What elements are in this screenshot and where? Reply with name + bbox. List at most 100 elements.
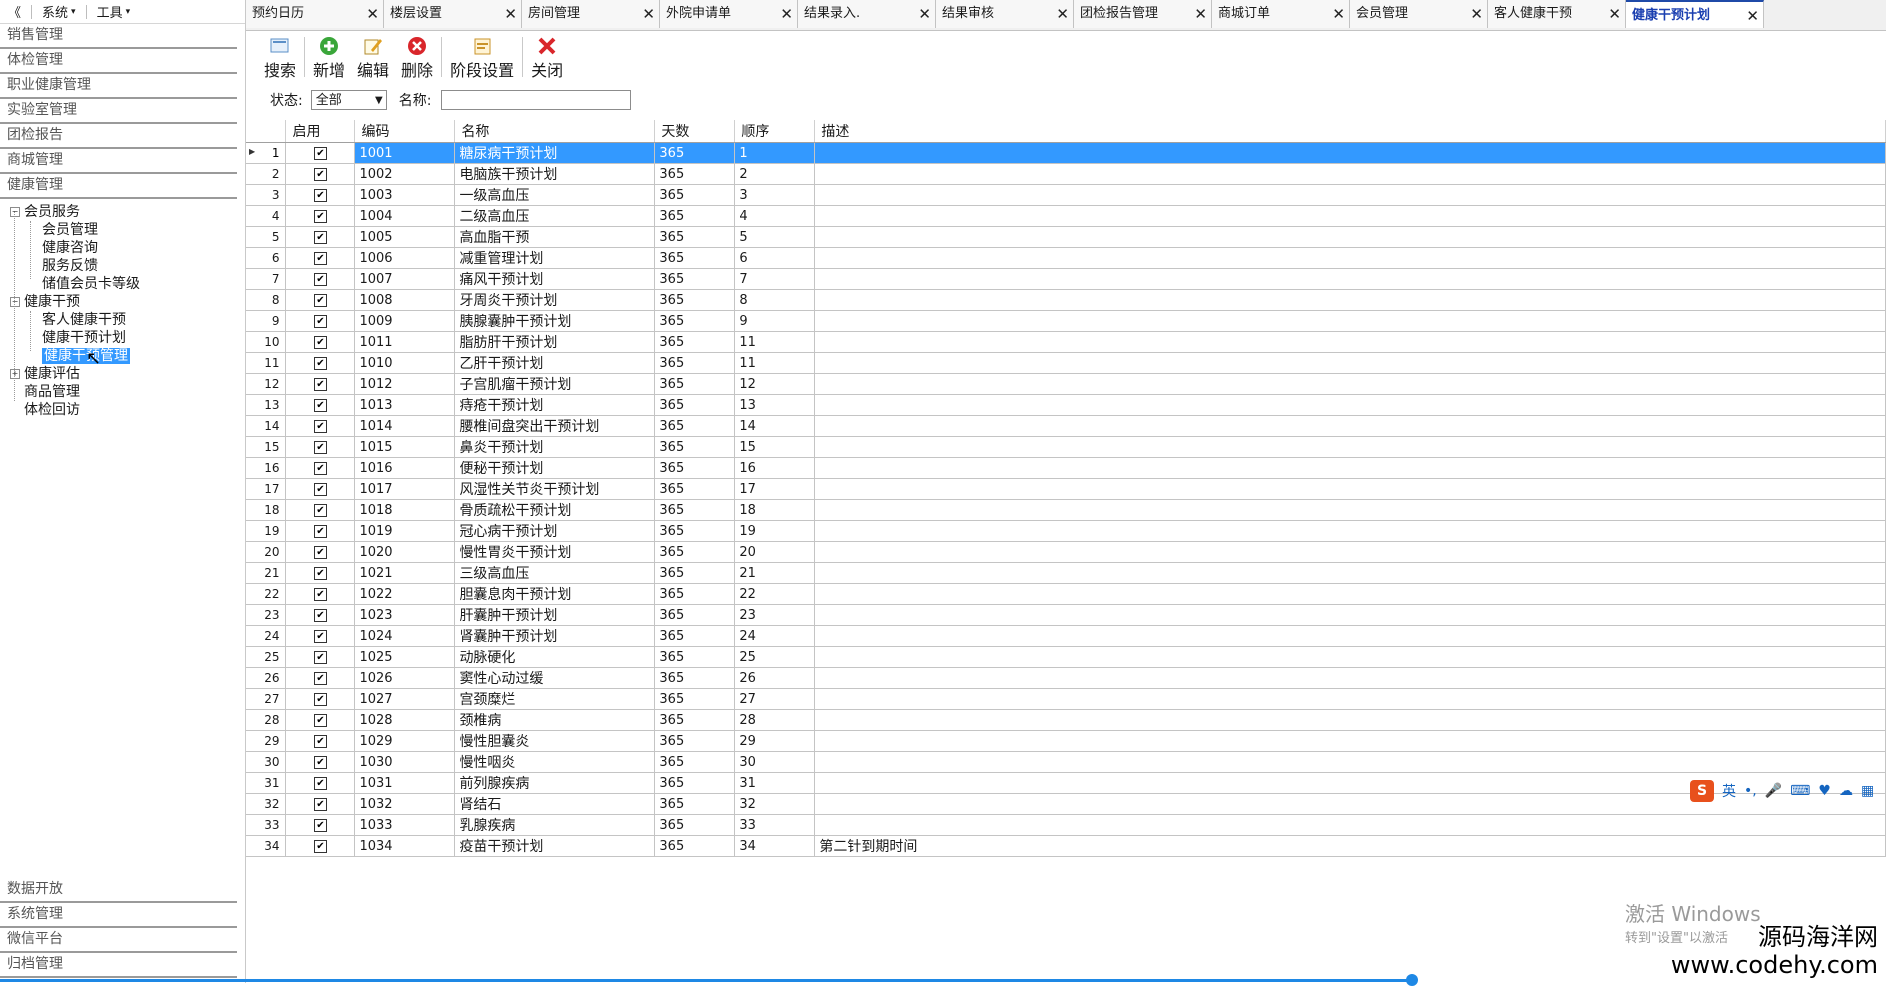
add-button[interactable]: 新增 (307, 35, 351, 81)
enabled-checkbox[interactable]: ✔ (313, 188, 327, 202)
table-row[interactable]: 4 ✔ 1004 二级高血压 365 4 (246, 205, 1886, 227)
name-cell[interactable]: 前列腺疾病 (454, 772, 656, 794)
description-cell[interactable] (814, 184, 1886, 206)
code-cell[interactable]: 1002 (354, 163, 456, 185)
row-number[interactable]: 17 (246, 478, 287, 500)
ime-cloud-icon[interactable]: ☁ (1839, 783, 1853, 799)
edit-button[interactable]: 编辑 (351, 35, 395, 81)
table-row[interactable]: 25 ✔ 1025 动脉硬化 365 25 (246, 646, 1886, 668)
enabled-checkbox-cell[interactable]: ✔ (285, 457, 356, 479)
days-cell[interactable]: 365 (654, 583, 736, 605)
name-cell[interactable]: 糖尿病干预计划 (454, 142, 656, 164)
table-row[interactable]: 5 ✔ 1005 高血脂干预 365 5 (246, 226, 1886, 248)
order-cell[interactable]: 27 (734, 688, 816, 710)
order-cell[interactable]: 15 (734, 436, 816, 458)
row-number[interactable]: 2 (246, 163, 287, 185)
name-cell[interactable]: 电脑族干预计划 (454, 163, 656, 185)
expand-icon[interactable]: + (10, 369, 20, 379)
close-icon[interactable]: ✕ (918, 0, 931, 28)
order-cell[interactable]: 4 (734, 205, 816, 227)
days-cell[interactable]: 365 (654, 457, 736, 479)
days-cell[interactable]: 365 (654, 247, 736, 269)
enabled-checkbox-cell[interactable]: ✔ (285, 730, 356, 752)
days-cell[interactable]: 365 (654, 688, 736, 710)
close-icon[interactable]: ✕ (780, 0, 793, 28)
enabled-checkbox[interactable]: ✔ (313, 755, 327, 769)
tree-node-intervention-management[interactable]: 健康干预管理 (0, 347, 245, 365)
tools-menu[interactable]: 工具 ▾ (97, 2, 131, 21)
enabled-checkbox-cell[interactable]: ✔ (285, 205, 356, 227)
days-cell[interactable]: 365 (654, 751, 736, 773)
enabled-checkbox-cell[interactable]: ✔ (285, 562, 356, 584)
description-cell[interactable] (814, 205, 1886, 227)
tab-result-review[interactable]: 结果审核 ✕ (936, 0, 1074, 28)
name-cell[interactable]: 慢性咽炎 (454, 751, 656, 773)
code-cell[interactable]: 1028 (354, 709, 456, 731)
code-cell[interactable]: 1029 (354, 730, 456, 752)
code-cell[interactable]: 1019 (354, 520, 456, 542)
table-row[interactable]: 30 ✔ 1030 慢性咽炎 365 30 (246, 751, 1886, 773)
enabled-checkbox[interactable]: ✔ (313, 440, 327, 454)
row-number[interactable]: 16 (246, 457, 287, 479)
table-row[interactable]: 34 ✔ 1034 疫苗干预计划 365 34 第二针到期时间 (246, 835, 1886, 857)
table-row[interactable]: 33 ✔ 1033 乳腺疾病 365 33 (246, 814, 1886, 836)
name-cell[interactable]: 便秘干预计划 (454, 457, 656, 479)
row-number[interactable]: 21 (246, 562, 287, 584)
days-cell[interactable]: 365 (654, 835, 736, 857)
name-cell[interactable]: 高血脂干预 (454, 226, 656, 248)
column-header-order[interactable]: 顺序 (734, 120, 816, 143)
nav-group-sales[interactable]: 销售管理 (0, 24, 237, 49)
days-cell[interactable]: 365 (654, 709, 736, 731)
row-number[interactable]: 12 (246, 373, 287, 395)
tab-guest-intervention[interactable]: 客人健康干预 ✕ (1488, 0, 1626, 28)
nav-group-health[interactable]: 健康管理 (0, 174, 237, 199)
name-cell[interactable]: 肝囊肿干预计划 (454, 604, 656, 626)
close-icon[interactable]: ✕ (1194, 0, 1207, 28)
description-cell[interactable] (814, 625, 1886, 647)
description-cell[interactable] (814, 247, 1886, 269)
code-cell[interactable]: 1010 (354, 352, 456, 374)
enabled-checkbox[interactable]: ✔ (313, 293, 327, 307)
description-cell[interactable] (814, 814, 1886, 836)
order-cell[interactable]: 23 (734, 604, 816, 626)
name-cell[interactable]: 脂肪肝干预计划 (454, 331, 656, 353)
days-cell[interactable]: 365 (654, 289, 736, 311)
progress-handle[interactable] (1406, 974, 1418, 986)
description-cell[interactable] (814, 751, 1886, 773)
row-number[interactable]: 13 (246, 394, 287, 416)
name-cell[interactable]: 胰腺囊肿干预计划 (454, 310, 656, 332)
stage-settings-button[interactable]: 阶段设置 (444, 35, 520, 81)
code-cell[interactable]: 1016 (354, 457, 456, 479)
table-row[interactable]: 16 ✔ 1016 便秘干预计划 365 16 (246, 457, 1886, 479)
order-cell[interactable]: 2 (734, 163, 816, 185)
row-number[interactable]: 15 (246, 436, 287, 458)
enabled-checkbox-cell[interactable]: ✔ (285, 415, 356, 437)
enabled-checkbox[interactable]: ✔ (313, 251, 327, 265)
collapse-icon[interactable]: − (10, 207, 20, 217)
days-cell[interactable]: 365 (654, 814, 736, 836)
description-cell[interactable] (814, 352, 1886, 374)
order-cell[interactable]: 31 (734, 772, 816, 794)
enabled-checkbox[interactable]: ✔ (313, 839, 327, 853)
days-cell[interactable]: 365 (654, 625, 736, 647)
code-cell[interactable]: 1025 (354, 646, 456, 668)
table-row[interactable]: 1 ▶ ✔ 1001 糖尿病干预计划 365 1 (246, 142, 1886, 164)
row-number[interactable]: 26 (246, 667, 287, 689)
code-cell[interactable]: 1012 (354, 373, 456, 395)
enabled-checkbox-cell[interactable]: ✔ (285, 646, 356, 668)
code-cell[interactable]: 1003 (354, 184, 456, 206)
name-cell[interactable]: 疫苗干预计划 (454, 835, 656, 857)
enabled-checkbox[interactable]: ✔ (313, 734, 327, 748)
enabled-checkbox[interactable]: ✔ (313, 314, 327, 328)
code-cell[interactable]: 1022 (354, 583, 456, 605)
enabled-checkbox-cell[interactable]: ✔ (285, 331, 356, 353)
code-cell[interactable]: 1004 (354, 205, 456, 227)
enabled-checkbox-cell[interactable]: ✔ (285, 394, 356, 416)
tab-group-report[interactable]: 团检报告管理 ✕ (1074, 0, 1212, 28)
enabled-checkbox[interactable]: ✔ (313, 335, 327, 349)
row-number[interactable]: 30 (246, 751, 287, 773)
name-cell[interactable]: 痛风干预计划 (454, 268, 656, 290)
order-cell[interactable]: 12 (734, 373, 816, 395)
enabled-checkbox-cell[interactable]: ✔ (285, 793, 356, 815)
name-cell[interactable]: 二级高血压 (454, 205, 656, 227)
